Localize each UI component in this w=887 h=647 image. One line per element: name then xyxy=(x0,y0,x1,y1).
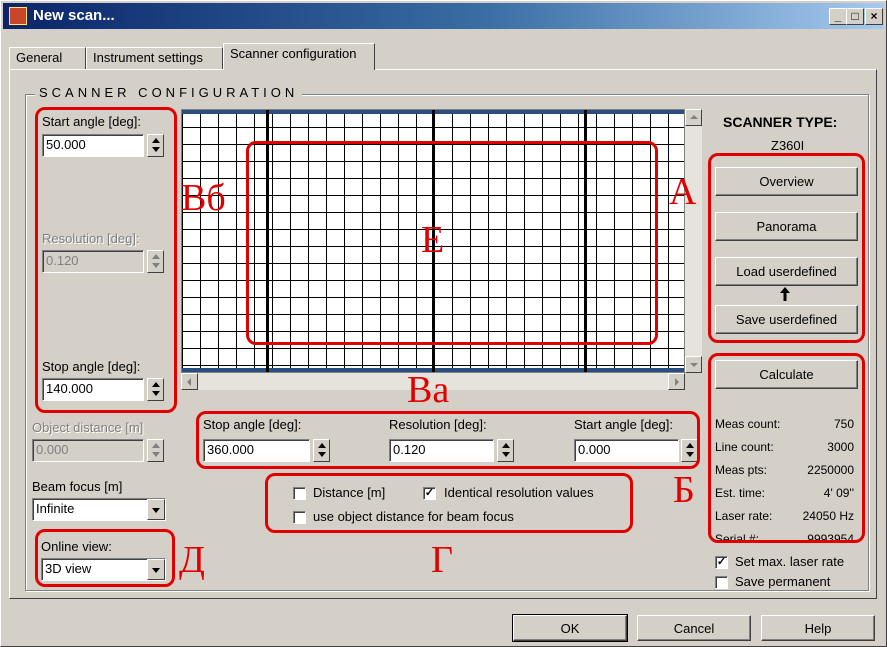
help-button[interactable]: Help xyxy=(761,615,875,641)
annotation-box-g xyxy=(265,473,633,533)
tab-instrument-settings[interactable]: Instrument settings xyxy=(86,47,223,69)
annotation-label-d: Д xyxy=(179,539,205,581)
dialog-window: New scan... _ □ × General Instrument set… xyxy=(0,0,887,647)
object-distance-spinner[interactable] xyxy=(147,439,164,462)
annotation-label-a: А xyxy=(669,171,697,213)
group-title: SCANNER CONFIGURATION xyxy=(35,85,303,100)
ok-button[interactable]: OK xyxy=(512,614,628,642)
annotation-label-va: Ва xyxy=(407,369,450,411)
scroll-right-button[interactable] xyxy=(668,373,685,390)
tab-scanner-configuration[interactable]: Scanner configuration xyxy=(223,43,375,70)
app-icon xyxy=(9,7,27,25)
annotation-label-b: Б xyxy=(673,469,695,511)
annotation-box-e xyxy=(246,141,658,345)
object-distance-input[interactable]: 0.000 xyxy=(32,439,144,462)
window-title: New scan... xyxy=(33,7,115,24)
annotation-box-vb xyxy=(35,107,177,413)
scanner-type-value: Z360I xyxy=(771,138,805,153)
grid-vertical-scrollbar[interactable] xyxy=(685,109,702,373)
object-distance-label: Object distance [m] xyxy=(32,420,144,435)
annotation-box-b xyxy=(708,353,865,543)
scanner-type-label: SCANNER TYPE: xyxy=(723,114,838,130)
save-permanent-checkbox[interactable] xyxy=(715,576,728,589)
annotation-label-e: Е xyxy=(421,219,445,261)
title-bar[interactable]: New scan... _ □ × xyxy=(3,3,884,29)
scroll-left-button[interactable] xyxy=(181,373,198,390)
beam-focus-select[interactable]: Infinite xyxy=(32,498,166,521)
minimize-button[interactable]: _ xyxy=(829,8,847,25)
close-button[interactable]: × xyxy=(865,8,883,25)
annotation-label-g: Г xyxy=(431,539,453,581)
tab-general[interactable]: General xyxy=(9,47,86,69)
annotation-box-va xyxy=(196,411,700,469)
scroll-up-button[interactable] xyxy=(685,109,702,126)
cancel-button[interactable]: Cancel xyxy=(637,615,751,641)
annotation-box-d xyxy=(35,529,175,587)
save-permanent-label: Save permanent xyxy=(735,574,831,589)
beam-focus-label: Beam focus [m] xyxy=(32,479,123,494)
beam-focus-dropdown-button[interactable] xyxy=(147,499,165,520)
annotation-label-vb: Вб xyxy=(181,177,226,219)
maximize-button[interactable]: □ xyxy=(846,8,864,25)
scroll-down-button[interactable] xyxy=(685,356,702,373)
annotation-box-a xyxy=(708,153,865,343)
set-max-laser-rate-label: Set max. laser rate xyxy=(735,554,845,569)
set-max-laser-rate-checkbox[interactable]: ✓ xyxy=(715,556,728,569)
